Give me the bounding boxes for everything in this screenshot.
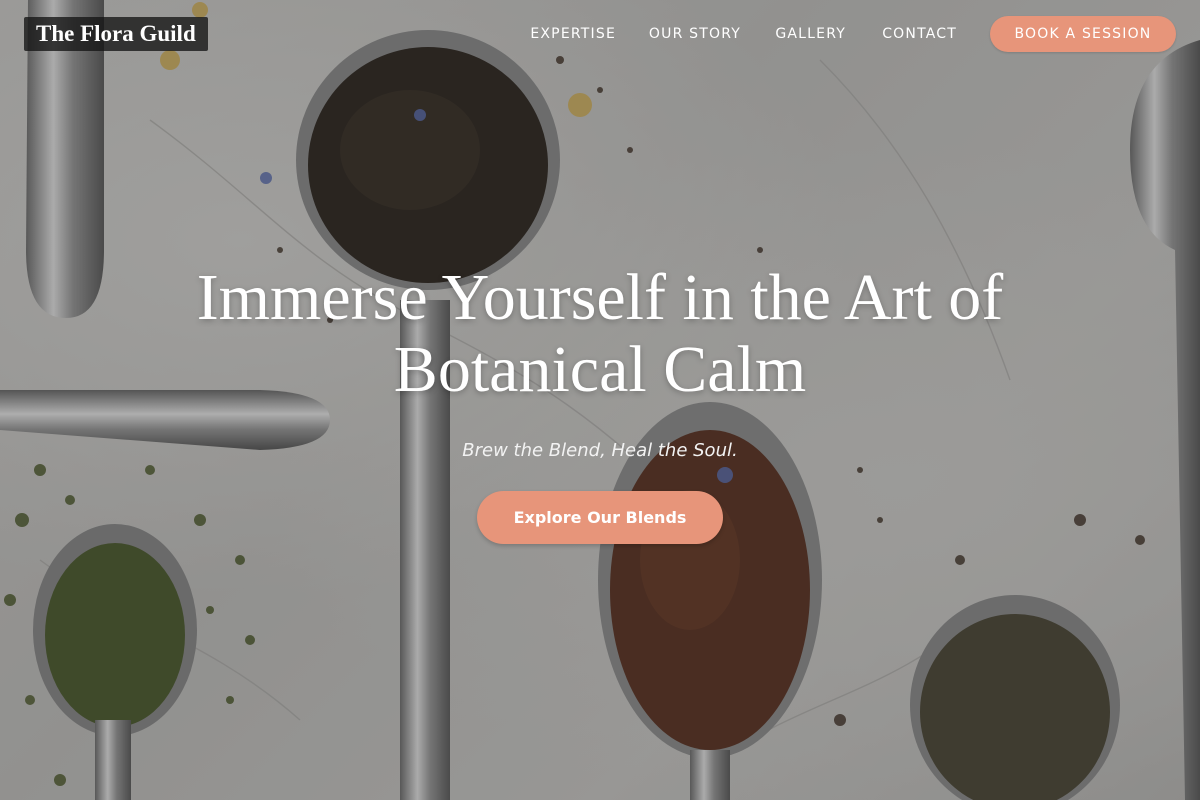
nav-link-gallery[interactable]: GALLERY: [775, 24, 846, 44]
hero-title: Immerse Yourself in the Art of Botanical…: [196, 261, 1004, 406]
brand-logo[interactable]: The Flora Guild: [24, 17, 208, 51]
book-session-button[interactable]: BOOK A SESSION: [990, 16, 1176, 52]
hero-section: Immerse Yourself in the Art of Botanical…: [0, 262, 1200, 544]
nav-link-expertise[interactable]: EXPERTISE: [530, 24, 616, 44]
nav-link-our-story[interactable]: OUR STORY: [649, 24, 741, 44]
site-header: The Flora Guild EXPERTISE OUR STORY GALL…: [0, 0, 1200, 68]
explore-blends-button[interactable]: Explore Our Blends: [477, 491, 723, 544]
nav-link-contact[interactable]: CONTACT: [882, 24, 957, 44]
hero-tagline: Brew the Blend, Heal the Soul.: [462, 440, 738, 461]
